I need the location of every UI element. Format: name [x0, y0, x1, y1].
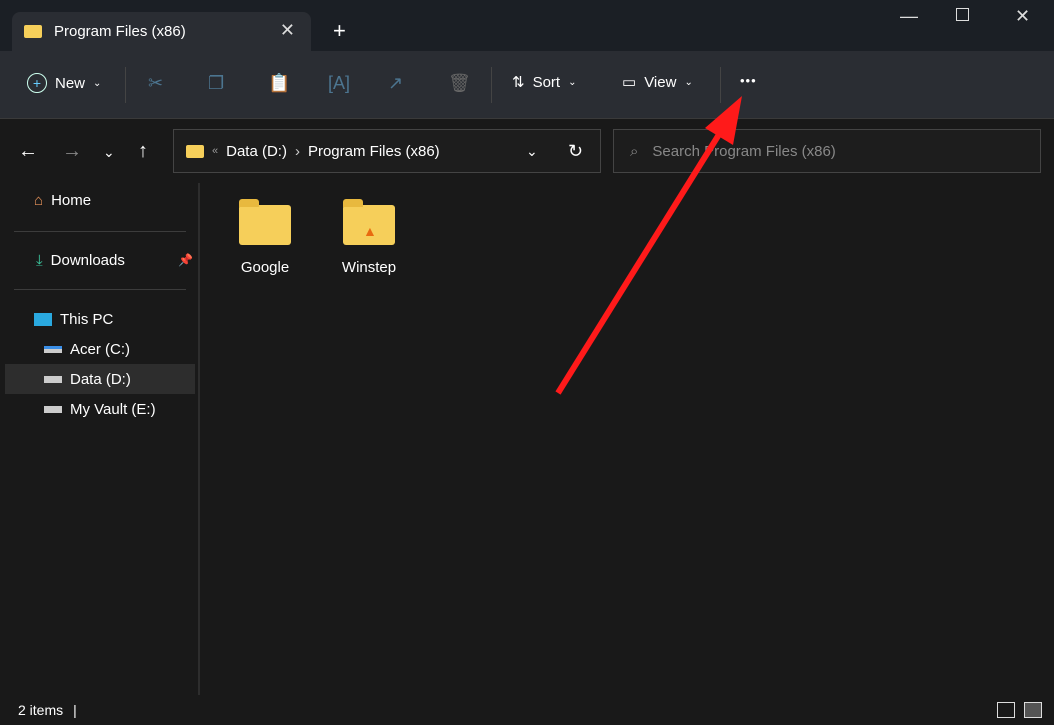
view-button[interactable]: ▭ View ⌄	[622, 73, 693, 92]
details-view-icon[interactable]	[997, 702, 1015, 718]
folder-name: Google	[240, 259, 290, 276]
folder-icon	[186, 144, 204, 158]
plus-circle-icon: +	[27, 73, 47, 93]
refresh-icon[interactable]: ↻	[568, 141, 583, 162]
sidebar-item-downloads[interactable]: ⤓ Downloads 📌	[36, 245, 196, 275]
rename-icon[interactable]: [A]	[328, 73, 350, 94]
divider	[14, 231, 186, 232]
sort-icon: ⇅	[512, 74, 525, 91]
new-button[interactable]: + New ⌄	[27, 73, 101, 93]
address-bar[interactable]: « Data (D:) › Program Files (x86) ⌄ ↻	[173, 129, 601, 173]
label: This PC	[60, 310, 114, 328]
breadcrumb-program-files[interactable]: Program Files (x86)	[308, 143, 440, 160]
tiles-view-icon[interactable]	[1024, 702, 1042, 718]
close-window-button[interactable]: ✕	[1015, 6, 1030, 27]
sort-label: Sort	[532, 73, 561, 91]
view-icon: ▭	[622, 74, 637, 91]
item-count: 2 items	[18, 702, 64, 718]
divider	[720, 67, 721, 103]
folder-name: Winstep	[341, 259, 397, 276]
up-button[interactable]: ↑	[138, 140, 148, 163]
sort-button[interactable]: ⇅ Sort ⌄	[512, 73, 576, 92]
search-icon: ⌕	[630, 142, 639, 160]
pin-icon[interactable]: 📌	[178, 253, 193, 267]
tab-program-files[interactable]: Program Files (x86) ✕	[12, 12, 311, 51]
minimize-button[interactable]: —	[900, 6, 918, 27]
folder-item-winstep[interactable]: ▲ Winstep	[334, 199, 404, 276]
windows-drive-icon	[44, 345, 62, 353]
view-label: View	[644, 73, 677, 91]
sidebar-item-this-pc[interactable]: This PC	[34, 304, 113, 334]
download-icon: ⤓	[36, 251, 43, 269]
forward-button[interactable]: →	[62, 140, 82, 163]
folder-icon	[24, 25, 42, 38]
vlc-folder-icon: ▲	[343, 199, 395, 245]
new-label: New	[55, 74, 86, 92]
search-input[interactable]: ⌕ Search Program Files (x86)	[613, 129, 1041, 173]
title-bar: Program Files (x86) ✕ + — ✕	[0, 0, 1054, 51]
folder-item-google[interactable]: Google	[230, 199, 300, 276]
navigation-pane: ⌂ Home ⤓ Downloads 📌 This PC Acer (C:) Data…	[0, 183, 200, 695]
divider	[14, 289, 186, 290]
share-icon[interactable]: ↗	[388, 73, 403, 94]
tab-title: Program Files (x86)	[54, 23, 186, 40]
drive-icon	[44, 375, 62, 383]
divider	[491, 67, 492, 103]
cut-icon[interactable]: ✂	[148, 73, 163, 94]
divider	[125, 67, 126, 103]
see-more-button[interactable]: •••	[740, 73, 757, 88]
breadcrumb-data[interactable]: Data (D:)	[226, 143, 287, 160]
monitor-icon	[34, 312, 52, 326]
delete-icon[interactable]: 🗑	[448, 73, 471, 94]
status-bar: 2 items |	[0, 695, 1054, 725]
sidebar-item-home[interactable]: ⌂ Home	[34, 185, 91, 215]
label: Downloads	[50, 251, 125, 269]
label: Acer (C:)	[70, 340, 130, 358]
command-bar: + New ⌄ ✂ ❐ 📋 [A] ↗ 🗑 ⇅ Sort ⌄ ▭ View ⌄ •••	[0, 51, 1054, 119]
folder-icon	[239, 199, 291, 245]
close-tab-icon[interactable]: ✕	[280, 20, 295, 41]
sidebar-item-data-d[interactable]: Data (D:)	[44, 364, 131, 394]
new-tab-button[interactable]: +	[333, 18, 346, 44]
sidebar-item-my-vault-e[interactable]: My Vault (E:)	[44, 394, 156, 424]
label: Data (D:)	[70, 370, 131, 388]
label: Home	[51, 191, 92, 209]
drive-icon	[44, 405, 62, 413]
recent-locations-button[interactable]: ⌄	[103, 144, 115, 161]
paste-icon[interactable]: 📋	[268, 73, 290, 94]
maximize-button[interactable]	[956, 8, 969, 21]
copy-icon[interactable]: ❐	[208, 73, 224, 94]
label: My Vault (E:)	[70, 400, 156, 418]
back-button[interactable]: ←	[18, 140, 38, 163]
search-placeholder: Search Program Files (x86)	[652, 142, 836, 160]
address-dropdown-icon[interactable]: ⌄	[526, 143, 538, 160]
sidebar-item-acer-c[interactable]: Acer (C:)	[44, 334, 130, 364]
home-icon: ⌂	[34, 191, 44, 209]
